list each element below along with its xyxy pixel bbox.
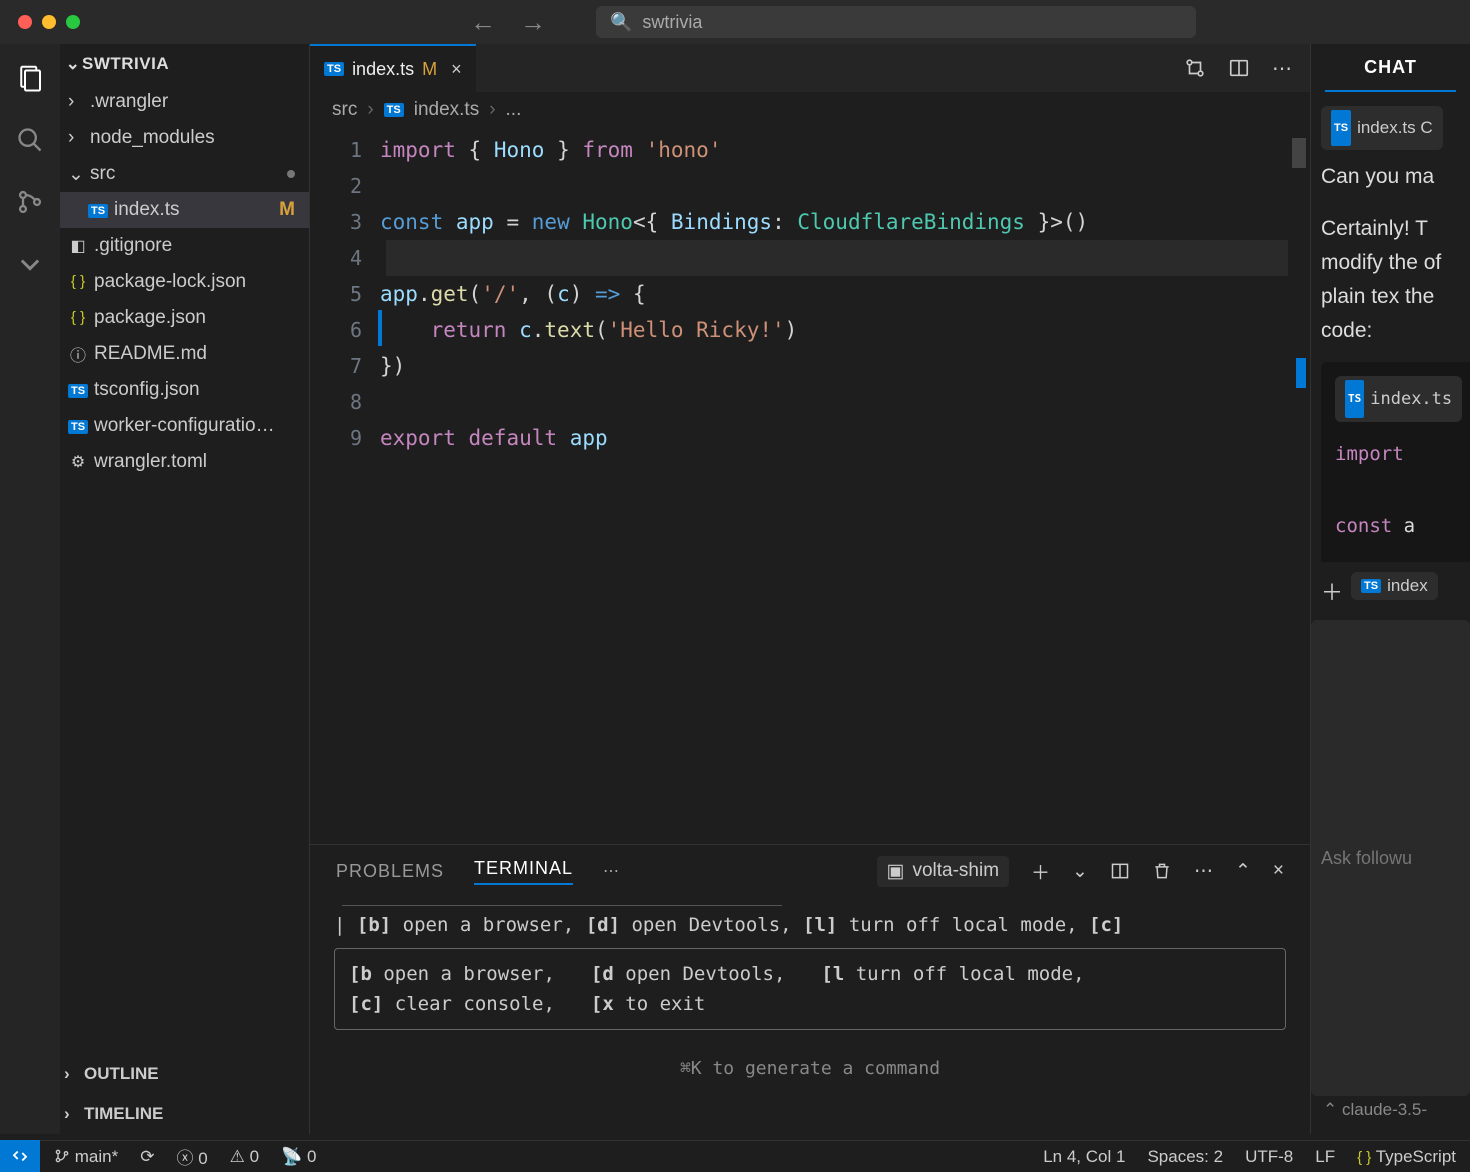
project-header[interactable]: ⌄SWTRIVIA (60, 44, 309, 84)
chat-input[interactable] (1311, 620, 1470, 1096)
explorer-sidebar: ⌄SWTRIVIA ›.wrangler›node_modules⌄srcTSi… (60, 44, 310, 1134)
chat-user-message: Can you ma (1321, 160, 1470, 194)
chat-assistant-message: Certainly! T modify the of plain tex the… (1321, 212, 1470, 348)
explorer-icon[interactable] (14, 62, 46, 94)
file-wrangler-toml[interactable]: ⚙wrangler.toml (60, 444, 309, 480)
project-title: swtrivia (642, 12, 702, 33)
file-tree: ›.wrangler›node_modules⌄srcTSindex.tsM◧.… (60, 84, 309, 1054)
source-control-icon[interactable] (14, 186, 46, 218)
search-icon: 🔍 (610, 12, 632, 33)
minimap[interactable] (1292, 138, 1306, 168)
search-icon[interactable] (14, 124, 46, 156)
branch-indicator[interactable]: main* (54, 1147, 118, 1167)
split-editor-icon[interactable] (1228, 57, 1250, 79)
encoding-indicator[interactable]: UTF-8 (1245, 1147, 1293, 1167)
new-terminal-icon[interactable]: ＋ (1031, 858, 1050, 885)
title-bar: ← → 🔍 swtrivia (0, 0, 1470, 44)
maximize-panel-icon[interactable]: ⌃ (1235, 860, 1251, 883)
trash-icon[interactable] (1152, 861, 1172, 881)
back-icon[interactable]: ← (470, 7, 496, 38)
tab-index-ts[interactable]: TS index.ts M × (310, 44, 476, 92)
code-editor[interactable]: 123456789 import { Hono } from 'hono' co… (310, 128, 1310, 844)
editor-group: TS index.ts M × ⋯ src› TS index.ts› ... … (310, 44, 1310, 1134)
chat-panel: CHAT TSindex.ts C Can you ma Certainly! … (1310, 44, 1470, 1134)
timeline-section[interactable]: ›TIMELINE (60, 1094, 309, 1134)
remote-indicator[interactable] (0, 1140, 40, 1172)
git-gutter-mark (378, 310, 382, 346)
current-line-highlight (386, 240, 1288, 276)
eol-indicator[interactable]: LF (1315, 1147, 1335, 1167)
sync-icon[interactable]: ⟳ (140, 1147, 154, 1167)
file--gitignore[interactable]: ◧.gitignore (60, 228, 309, 264)
minimize-window-icon[interactable] (42, 15, 56, 29)
add-context-icon[interactable]: ＋ (1321, 575, 1343, 607)
close-tab-icon[interactable]: × (451, 59, 462, 80)
chat-model-selector[interactable]: ⌃ claude-3.5- (1311, 1096, 1470, 1134)
ts-icon: TS (384, 103, 404, 117)
more-icon[interactable]: ⋯ (1272, 56, 1292, 81)
file-node_modules[interactable]: ›node_modules (60, 120, 309, 156)
close-window-icon[interactable] (18, 15, 32, 29)
file-package-lock-json[interactable]: { }package-lock.json (60, 264, 309, 300)
chevron-down-icon[interactable] (14, 248, 46, 280)
chat-file-chip[interactable]: TSindex (1351, 572, 1438, 600)
problems-tab[interactable]: PROBLEMS (336, 861, 444, 882)
file-worker-configuratio-[interactable]: TSworker-configuratio… (60, 408, 309, 444)
activity-bar (0, 44, 60, 1134)
split-terminal-icon[interactable] (1110, 861, 1130, 881)
cursor-position[interactable]: Ln 4, Col 1 (1043, 1147, 1125, 1167)
breadcrumb[interactable]: src› TS index.ts› ... (310, 92, 1310, 128)
terminal-tab[interactable]: TERMINAL (474, 858, 573, 885)
forward-icon[interactable]: → (520, 7, 546, 38)
more-icon[interactable]: ⋯ (1194, 860, 1213, 883)
file-src[interactable]: ⌄src (60, 156, 309, 192)
terminal-shell-chip[interactable]: ▣ volta-shim (877, 856, 1010, 887)
diff-icon[interactable] (1184, 57, 1206, 79)
maximize-window-icon[interactable] (66, 15, 80, 29)
file-README-md[interactable]: ⓘREADME.md (60, 336, 309, 372)
warnings-indicator[interactable]: ⚠ 0 (230, 1147, 259, 1167)
indent-indicator[interactable]: Spaces: 2 (1147, 1147, 1223, 1167)
more-panel-icon[interactable]: ⋯ (603, 861, 619, 881)
chat-context-chip[interactable]: TSindex.ts C (1321, 106, 1443, 150)
ports-indicator[interactable]: 📡 0 (281, 1147, 316, 1167)
chat-code-block: TSindex.ts import const a app.get retur (1321, 362, 1470, 562)
editor-tabs: TS index.ts M × ⋯ (310, 44, 1310, 92)
bottom-panel: PROBLEMS TERMINAL ⋯ ▣ volta-shim ＋ ⌄ ⋯ ⌃… (310, 844, 1310, 1134)
file--wrangler[interactable]: ›.wrangler (60, 84, 309, 120)
file-tsconfig-json[interactable]: TStsconfig.json (60, 372, 309, 408)
command-center[interactable]: 🔍 swtrivia (596, 6, 1196, 38)
terminal-dropdown-icon[interactable]: ⌄ (1072, 860, 1088, 883)
language-indicator[interactable]: { } TypeScript (1357, 1147, 1456, 1167)
ts-icon: TS (324, 62, 344, 76)
outline-section[interactable]: ›OUTLINE (60, 1054, 309, 1094)
errors-indicator[interactable]: ⓧ 0 (176, 1144, 207, 1169)
minimap-highlight (1296, 358, 1306, 388)
terminal-hint: ⌘K to generate a command (334, 1054, 1286, 1084)
status-bar: main* ⟳ ⓧ 0 ⚠ 0 📡 0 Ln 4, Col 1 Spaces: … (40, 1140, 1470, 1172)
terminal-output[interactable]: | [b] open a browser, [d] open Devtools,… (310, 897, 1310, 1134)
window-controls (18, 15, 80, 29)
file-package-json[interactable]: { }package.json (60, 300, 309, 336)
close-panel-icon[interactable]: × (1273, 860, 1284, 882)
file-index-ts[interactable]: TSindex.tsM (60, 192, 309, 228)
chat-header[interactable]: CHAT (1325, 44, 1456, 92)
line-numbers: 123456789 (310, 132, 380, 844)
